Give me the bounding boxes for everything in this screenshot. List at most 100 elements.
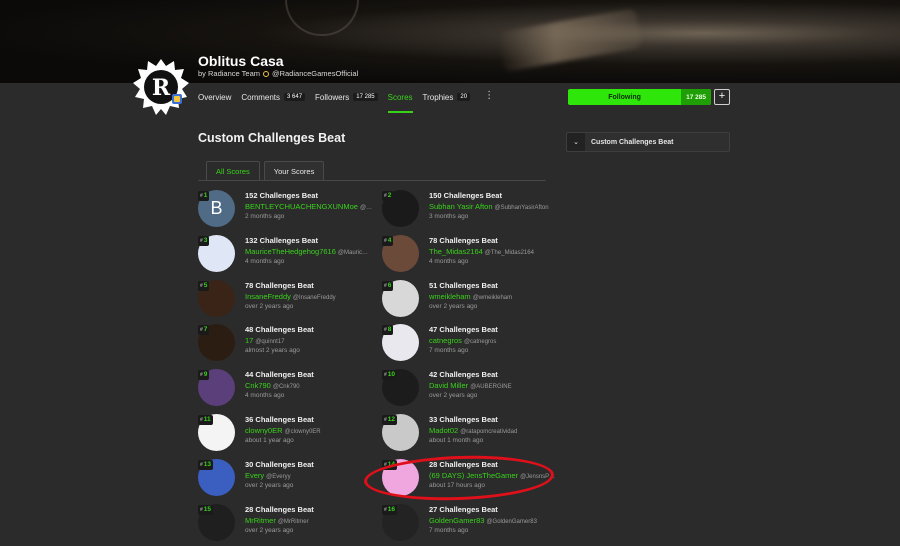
- rank-badge: #11: [198, 415, 213, 425]
- score-time: almost 2 years ago: [245, 347, 300, 355]
- player-name[interactable]: Subhan Yasir Afton: [429, 202, 493, 211]
- score-time: 4 months ago: [245, 392, 285, 400]
- player-line: 17 @quinnt17: [245, 336, 373, 345]
- score-value: 30 Challenges Beat: [245, 459, 314, 469]
- player-name[interactable]: BENTLEYCHUACHENGXUNMoe: [245, 202, 358, 211]
- score-entry[interactable]: #5 78 Challenges Beat InsaneFreddy @Insan…: [198, 279, 373, 320]
- score-entry[interactable]: #7 48 Challenges Beat 17 @quinnt17 almost…: [198, 324, 373, 364]
- player-line: BENTLEYCHUACHENGXUNMoe @…: [245, 202, 373, 211]
- follower-count: 17 285: [681, 89, 711, 105]
- tab-your-scores[interactable]: Your Scores: [263, 161, 325, 181]
- developer-handle[interactable]: @RadianceGamesOfficial: [272, 69, 358, 78]
- rank-number: 7: [203, 326, 208, 334]
- score-entry[interactable]: #15 28 Challenges Beat MrRitmer @MrRitmer…: [198, 503, 373, 544]
- player-line: clowny0ER @clowny0ER: [245, 426, 373, 435]
- player-line: The_Midas2164 @The_Midas2164: [429, 247, 557, 256]
- player-name[interactable]: Madot02: [429, 426, 458, 435]
- player-name[interactable]: wmeikleham: [429, 292, 471, 301]
- score-time: over 2 years ago: [245, 302, 294, 310]
- developer-name[interactable]: by Radiance Team: [198, 69, 260, 78]
- tab-followers[interactable]: Followers 17 285: [315, 90, 378, 104]
- player-line: Madot02 @ratapomcreatividad: [429, 426, 557, 435]
- player-handle: @AUBERGINE: [470, 384, 512, 391]
- tab-scores[interactable]: Scores: [387, 90, 413, 113]
- score-value: 28 Challenges Beat: [245, 504, 314, 514]
- rank-number: 2: [387, 192, 392, 199]
- score-time: over 2 years ago: [429, 302, 478, 310]
- score-value: 44 Challenges Beat: [245, 370, 314, 380]
- score-entry[interactable]: #9 44 Challenges Beat Cnk790 @Cnk790 4 mo…: [198, 369, 373, 409]
- player-name[interactable]: The_Midas2164: [429, 247, 483, 256]
- score-entry[interactable]: #2 150 Challenges Beat Subhan Yasir Afto…: [382, 190, 557, 230]
- avatar-letter: B: [210, 198, 223, 218]
- score-entry[interactable]: #6 51 Challenges Beat wmeikleham @wmeikle…: [382, 279, 557, 320]
- score-value: 78 Challenges Beat: [245, 280, 314, 290]
- player-handle: @wmeikleham: [472, 294, 513, 301]
- scoreboard-selector[interactable]: ⌄ Custom Challenges Beat: [566, 132, 730, 152]
- score-value: 27 Challenges Beat: [429, 504, 498, 514]
- tab-all-scores[interactable]: All Scores: [206, 161, 260, 181]
- player-name[interactable]: Every: [245, 471, 264, 480]
- rank-number: 11: [203, 416, 211, 423]
- score-value: 51 Challenges Beat: [429, 280, 498, 290]
- rank-number: 13: [203, 460, 212, 468]
- player-handle: @InsaneFreddy: [292, 294, 336, 301]
- tab-label: Trophies: [422, 92, 454, 102]
- banner-decoration: [285, 0, 359, 36]
- rank-number: 16: [387, 505, 396, 513]
- score-value: 28 Challenges Beat: [429, 459, 498, 469]
- player-name[interactable]: InsaneFreddy: [245, 292, 291, 301]
- score-tabs: All Scores Your Scores: [206, 161, 325, 181]
- score-time: 7 months ago: [429, 347, 469, 355]
- player-handle: @Cnk790: [272, 384, 300, 391]
- score-entry[interactable]: #13 30 Challenges Beat Every @Everyy over…: [198, 458, 373, 499]
- score-time: over 2 years ago: [245, 481, 294, 489]
- score-entry[interactable]: #11 36 Challenges Beat clowny0ER @clowny0…: [198, 414, 373, 454]
- rank-badge: #8: [382, 325, 394, 336]
- score-entry[interactable]: #4 78 Challenges Beat The_Midas2164 @The_…: [382, 234, 557, 275]
- player-handle: @quinnt17: [255, 339, 285, 346]
- more-options-icon[interactable]: ⋮: [484, 90, 494, 104]
- score-entry[interactable]: #12 33 Challenges Beat Madot02 @ratapomcr…: [382, 414, 557, 454]
- add-to-playlist-button[interactable]: +: [714, 89, 730, 105]
- player-name[interactable]: Cnk790: [245, 381, 271, 390]
- tab-label: Overview: [198, 92, 232, 102]
- rank-number: 1: [203, 192, 208, 199]
- score-entry[interactable]: #10 42 Challenges Beat David Miller @AUBE…: [382, 369, 557, 409]
- tab-label: Followers: [315, 92, 350, 102]
- tab-label: Comments: [241, 92, 281, 102]
- player-name[interactable]: MrRitmer: [245, 516, 276, 525]
- player-line: InsaneFreddy @InsaneFreddy: [245, 292, 373, 301]
- tab-comments[interactable]: Comments 3 647: [241, 90, 306, 104]
- game-logo[interactable]: R: [132, 58, 190, 116]
- player-name[interactable]: GoldenGamer83: [429, 516, 484, 525]
- player-name[interactable]: catnegros: [429, 336, 462, 345]
- rank-badge: #3: [198, 235, 210, 246]
- score-time: 4 months ago: [245, 257, 285, 265]
- player-name[interactable]: 17: [245, 336, 253, 345]
- following-button[interactable]: Following 17 285: [568, 89, 711, 105]
- player-name[interactable]: clowny0ER: [245, 426, 283, 435]
- score-value: 78 Challenges Beat: [429, 235, 498, 245]
- score-value: 33 Challenges Beat: [429, 415, 498, 424]
- score-value: 152 Challenges Beat: [245, 191, 318, 200]
- score-entry[interactable]: #16 27 Challenges Beat GoldenGamer83 @Gol…: [382, 503, 557, 544]
- player-name[interactable]: MauriceTheHedgehog7616: [245, 247, 336, 256]
- score-entry[interactable]: #14 28 Challenges Beat (69 DAYS) JensThe…: [382, 458, 557, 499]
- banner-decoration: [497, 8, 643, 72]
- tab-overview[interactable]: Overview: [198, 90, 231, 104]
- rank-badge: #14: [382, 459, 398, 470]
- score-time: over 2 years ago: [245, 526, 294, 534]
- rank-number: 8: [387, 326, 392, 334]
- tab-trophies[interactable]: Trophies 20: [423, 90, 471, 104]
- score-entry[interactable]: #3 132 Challenges Beat MauriceTheHedgeho…: [198, 234, 373, 275]
- player-name[interactable]: David Miller: [429, 381, 468, 390]
- game-tabs: Overview Comments 3 647 Followers 17 285 S…: [198, 90, 494, 113]
- player-name[interactable]: (69 DAYS) JensTheGamer: [429, 471, 518, 480]
- rank-badge: #6: [382, 280, 394, 291]
- score-entry[interactable]: B #1 152 Challenges Beat BENTLEYCHUACHEN…: [198, 190, 373, 230]
- player-line: GoldenGamer83 @GoldenGamer83: [429, 516, 557, 525]
- score-entry[interactable]: #8 47 Challenges Beat catnegros @catnegro…: [382, 324, 557, 364]
- tab-count: 20: [457, 93, 471, 101]
- score-value: 42 Challenges Beat: [429, 370, 498, 380]
